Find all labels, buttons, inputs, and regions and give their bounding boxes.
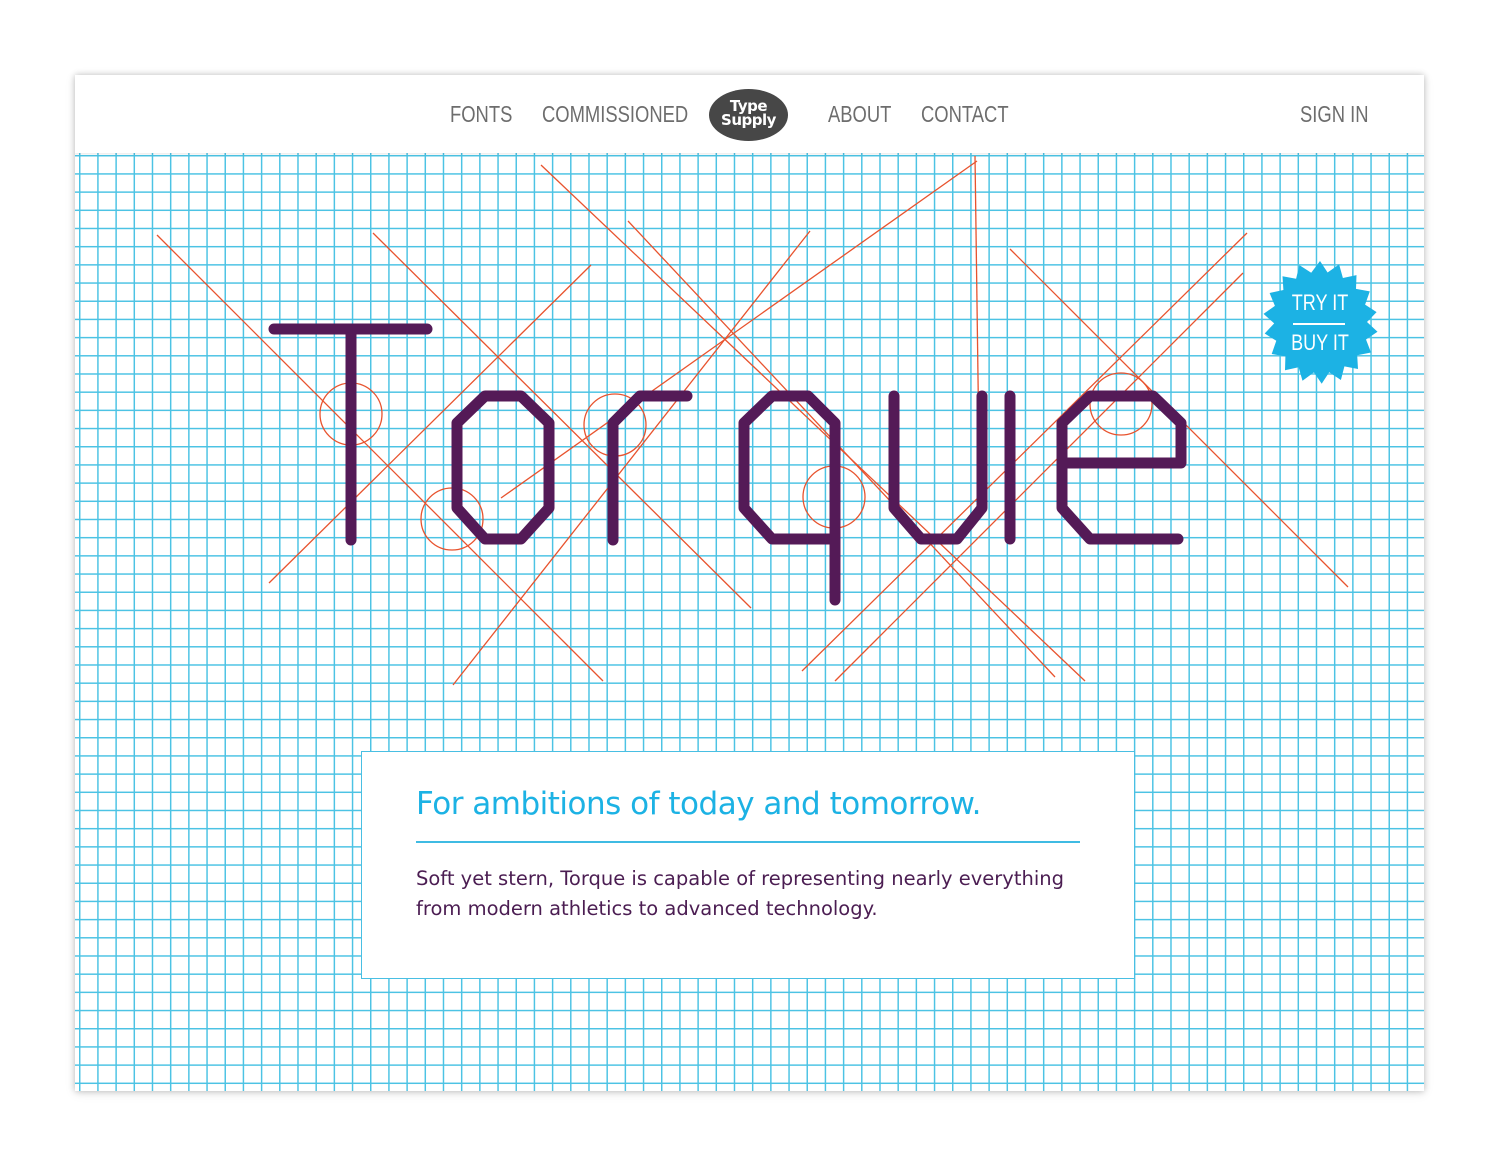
card-description: Soft yet stern, Torque is capable of rep… (416, 867, 1064, 920)
nav-fonts[interactable]: FONTS (450, 97, 512, 131)
glyph-o (451, 390, 555, 545)
try-it-label[interactable]: TRY IT (1267, 291, 1374, 315)
browser-page: FONTS COMMISSIONED Type Supply ABOUT CON… (75, 75, 1424, 1091)
glyph-T (268, 323, 433, 546)
nav-commissioned[interactable]: COMMISSIONED (542, 97, 688, 131)
starburst-icon (1263, 261, 1378, 384)
top-navigation: FONTS COMMISSIONED Type Supply ABOUT CON… (75, 75, 1424, 153)
buy-it-label[interactable]: BUY IT (1267, 331, 1374, 355)
sign-in-link[interactable]: SIGN IN (1300, 97, 1369, 131)
intro-card: For ambitions of today and tomorrow. Sof… (361, 751, 1135, 979)
nav-contact[interactable]: CONTACT (921, 97, 1009, 131)
nav-about[interactable]: ABOUT (828, 97, 891, 131)
glyph-e (1056, 390, 1187, 545)
glyph-u (888, 390, 1016, 545)
card-divider (416, 841, 1080, 843)
card-heading: For ambitions of today and tomorrow. (416, 786, 981, 822)
torque-wordmark-glyphs (268, 323, 1187, 606)
try-buy-badge[interactable]: TRY IT BUY IT (1255, 261, 1385, 391)
badge-divider (1293, 323, 1345, 325)
hero-grid: TRY IT BUY IT For ambitions of today and… (75, 153, 1424, 1091)
type-supply-logo[interactable]: Type Supply (709, 89, 788, 141)
logo-line-2: Supply (721, 111, 776, 129)
